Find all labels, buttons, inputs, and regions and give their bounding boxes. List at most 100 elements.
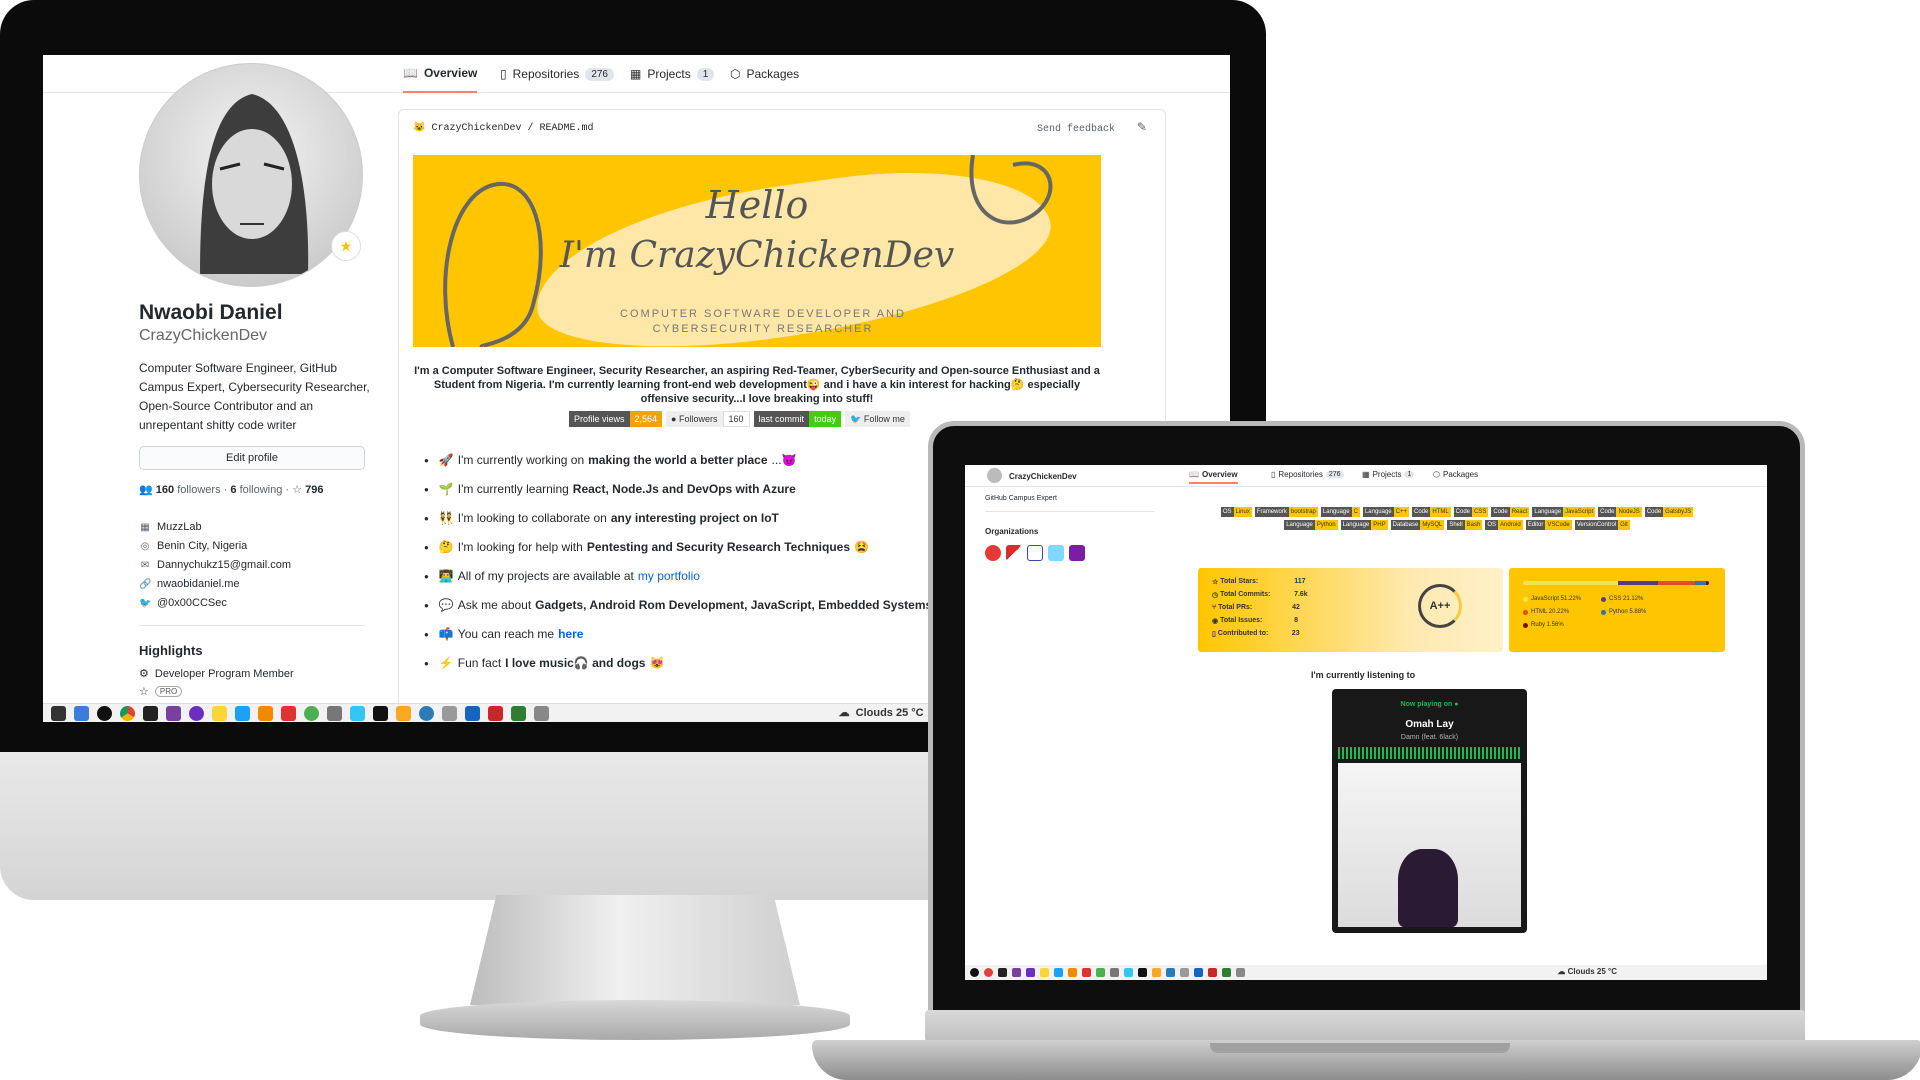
language-legend: JavaScript 51.22% bbox=[1523, 596, 1581, 602]
tab-projects[interactable]: ▦ Projects 1 bbox=[630, 55, 715, 93]
tab-overview[interactable]: 📖 Overview bbox=[1189, 470, 1238, 484]
weather-status[interactable]: ☁ Clouds 25 °C bbox=[1557, 967, 1617, 976]
app-icon[interactable] bbox=[1208, 968, 1217, 977]
app-icon[interactable] bbox=[1166, 968, 1175, 977]
list-bold: making the world a better place bbox=[588, 453, 768, 467]
badge-key-text: Followers bbox=[679, 414, 718, 424]
website-link[interactable]: nwaobidaniel.me bbox=[157, 578, 240, 590]
app-icon[interactable] bbox=[1180, 968, 1189, 977]
portfolio-link[interactable]: my portfolio bbox=[638, 569, 700, 583]
highlight-pro: ☆ PRO bbox=[139, 685, 183, 698]
app-icon[interactable] bbox=[419, 705, 434, 721]
app-icon[interactable] bbox=[373, 705, 388, 721]
tab-overview[interactable]: 📖 Overview bbox=[403, 55, 478, 93]
tab-repositories[interactable]: ▯ Repositories 276 bbox=[1271, 470, 1344, 479]
chrome-icon[interactable] bbox=[120, 705, 135, 721]
app-icon[interactable] bbox=[442, 705, 457, 721]
followers-count[interactable]: 160 bbox=[156, 484, 174, 496]
app-icon[interactable] bbox=[1152, 968, 1161, 977]
avatar[interactable] bbox=[987, 468, 1002, 483]
smiley-icon: 😺 bbox=[413, 123, 426, 134]
app-icon[interactable] bbox=[166, 705, 181, 721]
app-icon[interactable] bbox=[488, 705, 503, 721]
app-icon[interactable] bbox=[327, 705, 342, 721]
app-icon[interactable] bbox=[1110, 968, 1119, 977]
following-label[interactable]: following bbox=[240, 484, 283, 496]
avatar[interactable] bbox=[139, 63, 363, 287]
app-icon[interactable] bbox=[235, 705, 250, 721]
app-icon[interactable] bbox=[304, 705, 319, 721]
chrome-icon[interactable] bbox=[984, 968, 993, 977]
app-icon[interactable] bbox=[396, 705, 411, 721]
app-icon[interactable] bbox=[189, 705, 204, 721]
tab-packages[interactable]: ⬡ Packages bbox=[730, 55, 799, 93]
tab-repositories[interactable]: ▯ Repositories 276 bbox=[500, 55, 614, 93]
repo-owner-link[interactable]: CrazyChickenDev bbox=[431, 123, 521, 134]
terminal-icon[interactable] bbox=[51, 705, 66, 721]
app-icon[interactable] bbox=[511, 705, 526, 721]
app-icon[interactable] bbox=[465, 705, 480, 721]
app-icon[interactable] bbox=[143, 705, 158, 721]
github-icon: ● bbox=[671, 414, 677, 424]
app-icon[interactable] bbox=[281, 705, 296, 721]
email-link[interactable]: Dannychukz15@gmail.com bbox=[157, 559, 291, 571]
org-avatar[interactable] bbox=[1027, 545, 1043, 561]
last-commit-badge[interactable]: last commit today bbox=[753, 411, 842, 427]
twitter-link[interactable]: @0x00CCSec bbox=[157, 597, 227, 609]
org-avatar[interactable] bbox=[985, 545, 1001, 561]
app-icon[interactable] bbox=[1012, 968, 1021, 977]
list-text: 😻 bbox=[649, 656, 665, 670]
repo-file-link[interactable]: README.md bbox=[539, 123, 593, 134]
reach-me-link[interactable]: here bbox=[558, 627, 583, 641]
files-icon[interactable] bbox=[74, 705, 89, 721]
spotify-widget[interactable]: Now playing on ● Omah Lay Damn (feat. 6l… bbox=[1332, 689, 1527, 933]
app-icon[interactable] bbox=[1054, 968, 1063, 977]
app-icon[interactable] bbox=[1082, 968, 1091, 977]
obs-icon[interactable] bbox=[970, 968, 979, 977]
pencil-icon[interactable]: ✎ bbox=[1137, 120, 1147, 134]
slack-icon[interactable] bbox=[350, 705, 365, 721]
followers-badge[interactable]: ● Followers 160 bbox=[666, 411, 750, 427]
profile-views-badge[interactable]: Profile views 2,564 bbox=[569, 411, 663, 427]
badge-key: 🐦 Follow me bbox=[845, 411, 910, 427]
tools-icon[interactable] bbox=[534, 705, 549, 721]
org-avatar[interactable] bbox=[1048, 545, 1064, 561]
obs-icon[interactable] bbox=[97, 705, 112, 721]
badge-value: 160 bbox=[722, 411, 750, 427]
app-icon[interactable] bbox=[998, 968, 1007, 977]
followers-label[interactable]: followers bbox=[177, 484, 220, 496]
tab-projects[interactable]: ▦ Projects 1 bbox=[1362, 470, 1415, 479]
app-icon[interactable] bbox=[1040, 968, 1049, 977]
vlc-icon[interactable] bbox=[1068, 968, 1077, 977]
tab-packages[interactable]: ⬡ Packages bbox=[1433, 470, 1478, 479]
language-legend: Ruby 1.56% bbox=[1523, 622, 1564, 628]
app-icon[interactable] bbox=[1222, 968, 1231, 977]
org-avatar[interactable] bbox=[1006, 545, 1022, 561]
project-icon: ▦ bbox=[630, 67, 642, 81]
app-icon[interactable] bbox=[1194, 968, 1203, 977]
app-icon[interactable] bbox=[1096, 968, 1105, 977]
follow-me-badge[interactable]: 🐦 Follow me bbox=[845, 411, 910, 427]
language-bar-segment bbox=[1618, 581, 1658, 585]
org-avatar[interactable] bbox=[1069, 545, 1085, 561]
app-icon[interactable] bbox=[1026, 968, 1035, 977]
edit-profile-button[interactable]: Edit profile bbox=[139, 446, 365, 470]
following-count[interactable]: 6 bbox=[230, 484, 236, 496]
laptop-screen: CrazyChickenDev 📖 Overview ▯ Repositories 2… bbox=[965, 465, 1767, 980]
audio-visualizer bbox=[1338, 747, 1521, 759]
vlc-icon[interactable] bbox=[258, 705, 273, 721]
slack-icon[interactable] bbox=[1124, 968, 1133, 977]
tab-label: Repositories bbox=[1278, 470, 1323, 479]
app-icon[interactable] bbox=[212, 705, 227, 721]
tools-icon[interactable] bbox=[1236, 968, 1245, 977]
weather-status[interactable]: ☁ Clouds 25 °C ▭ bbox=[839, 706, 940, 720]
language-legend: CSS 21.12% bbox=[1601, 596, 1643, 602]
app-icon[interactable] bbox=[1138, 968, 1147, 977]
language-legend: HTML 20.22% bbox=[1523, 609, 1569, 615]
stars-count[interactable]: 796 bbox=[305, 484, 323, 496]
send-feedback-link[interactable]: Send feedback bbox=[1037, 124, 1115, 135]
tab-label: Overview bbox=[1201, 470, 1238, 479]
imac-stand bbox=[470, 895, 800, 1005]
gear-icon: ⚙ bbox=[139, 668, 149, 680]
status-star-icon[interactable]: ★ bbox=[331, 231, 361, 261]
